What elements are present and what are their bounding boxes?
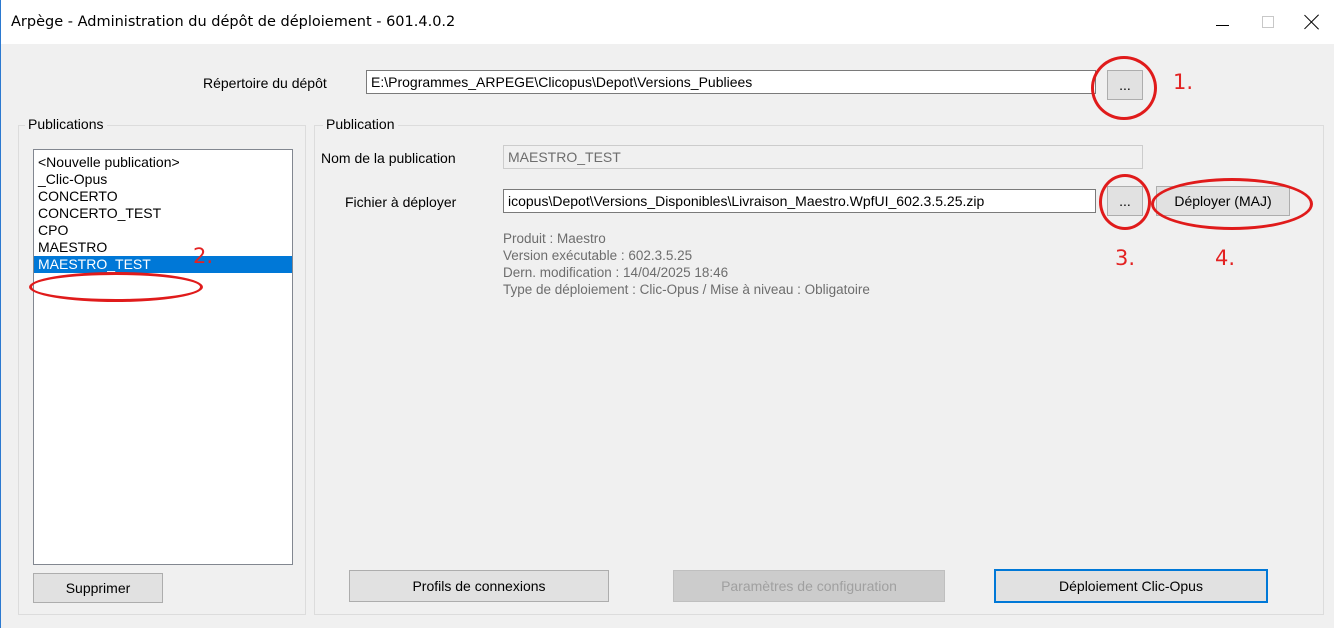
file-input[interactable]: icopus\Depot\Versions_Disponibles\Livrai… (503, 189, 1096, 213)
minimize-button[interactable] (1199, 0, 1245, 44)
deploy-clicopus-button[interactable]: Déploiement Clic-Opus (994, 569, 1268, 603)
publication-name-input[interactable]: MAESTRO_TEST (503, 145, 1143, 169)
list-item[interactable]: MAESTRO (34, 239, 292, 256)
minimize-icon (1215, 24, 1229, 26)
list-item[interactable]: CONCERTO (34, 188, 292, 205)
configuration-parameters-button[interactable]: Paramètres de configuration (673, 570, 945, 602)
app-window: Arpège - Administration du dépôt de dépl… (0, 0, 1334, 628)
list-item[interactable]: CONCERTO_TEST (34, 205, 292, 222)
annotation-circle-4 (1151, 178, 1313, 230)
annotation-label-3: 3. (1115, 246, 1136, 270)
annotation-circle-2 (29, 272, 203, 302)
depot-label: Répertoire du dépôt (203, 75, 327, 91)
info-version: Version exécutable : 602.3.5.25 (503, 248, 693, 263)
maximize-icon (1262, 16, 1274, 28)
list-item[interactable]: _Clic-Opus (34, 171, 292, 188)
title-bar: Arpège - Administration du dépôt de dépl… (1, 0, 1334, 44)
annotation-label-2: 2. (193, 244, 214, 268)
publication-name-label: Nom de la publication (321, 150, 456, 166)
close-icon (1304, 14, 1320, 30)
publication-group-title: Publication (323, 116, 398, 132)
annotation-circle-3 (1099, 174, 1151, 230)
info-deploy-type: Type de déploiement : Clic-Opus / Mise à… (503, 282, 870, 297)
annotation-label-1: 1. (1173, 70, 1194, 94)
info-last-modified: Dern. modification : 14/04/2025 18:46 (503, 265, 729, 280)
window-title: Arpège - Administration du dépôt de dépl… (11, 14, 456, 30)
close-button[interactable] (1289, 0, 1334, 44)
info-product: Produit : Maestro (503, 231, 606, 246)
depot-path-input[interactable]: E:\Programmes_ARPEGE\Clicopus\Depot\Vers… (366, 70, 1096, 94)
publications-group-title: Publications (25, 116, 107, 132)
list-item-selected[interactable]: MAESTRO_TEST (34, 256, 292, 273)
list-item[interactable]: CPO (34, 222, 292, 239)
list-item[interactable]: <Nouvelle publication> (34, 154, 292, 171)
annotation-label-4: 4. (1215, 246, 1236, 270)
connection-profiles-button[interactable]: Profils de connexions (349, 570, 609, 602)
publications-list[interactable]: <Nouvelle publication> _Clic-Opus CONCER… (33, 149, 293, 565)
file-label: Fichier à déployer (345, 194, 457, 210)
annotation-circle-1 (1091, 56, 1157, 120)
maximize-button[interactable] (1245, 0, 1291, 44)
delete-button[interactable]: Supprimer (33, 573, 163, 603)
